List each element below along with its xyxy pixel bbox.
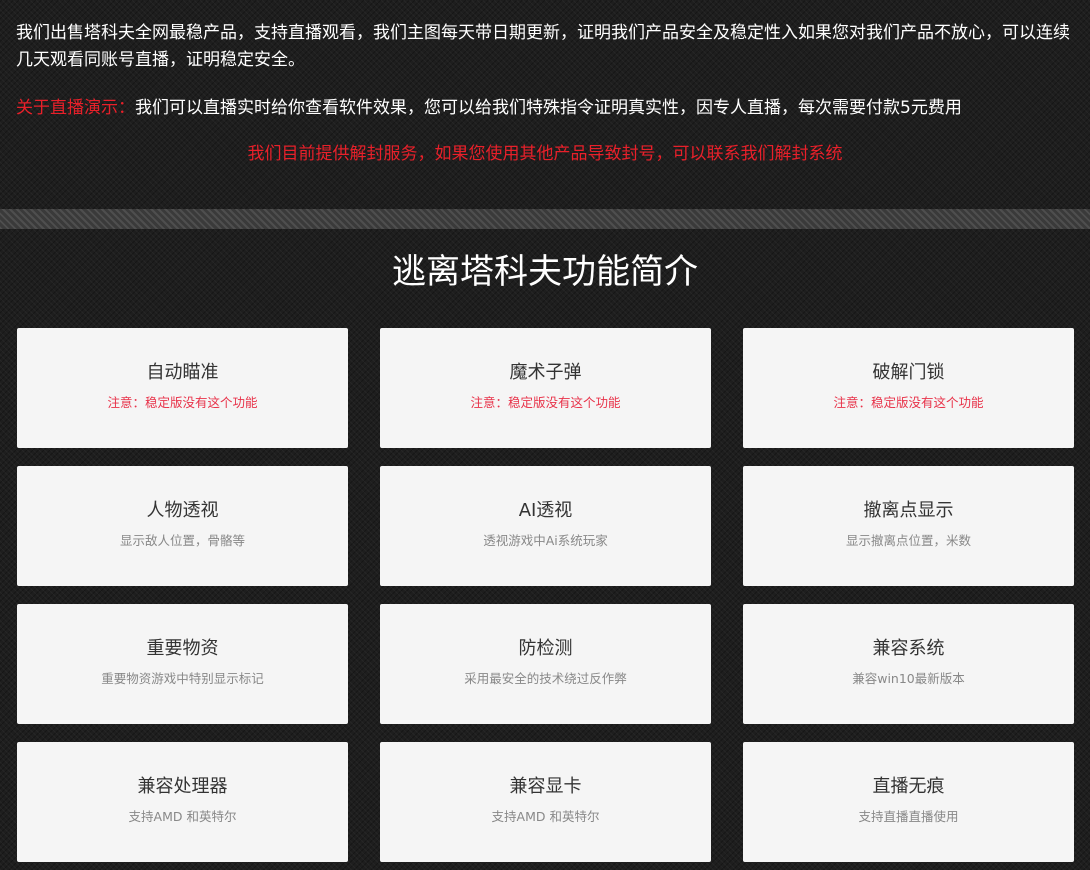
feature-card-cpu-compat: 兼容处理器 支持AMD 和英特尔 — [17, 742, 348, 862]
feature-title: AI透视 — [518, 500, 573, 521]
feature-desc: 注意：稳定版没有这个功能 — [470, 395, 621, 410]
feature-title: 兼容显卡 — [509, 776, 582, 797]
feature-card-ai-esp: AI透视 透视游戏中Ai系统玩家 — [380, 466, 711, 586]
feature-card-aimbot: 自动瞄准 注意：稳定版没有这个功能 — [17, 328, 348, 448]
feature-card-extraction-points: 撤离点显示 显示撤离点位置，米数 — [743, 466, 1074, 586]
feature-title: 兼容系统 — [872, 638, 945, 659]
unban-service-notice: 我们目前提供解封服务，如果您使用其他产品导致封号，可以联系我们解封系统 — [247, 144, 843, 164]
feature-desc: 注意：稳定版没有这个功能 — [833, 395, 984, 410]
feature-title: 兼容处理器 — [137, 776, 228, 797]
feature-desc: 支持AMD 和英特尔 — [491, 809, 600, 824]
feature-desc: 显示敌人位置，骨骼等 — [119, 533, 245, 548]
feature-desc: 支持直播直播使用 — [858, 809, 959, 824]
feature-card-magic-bullet: 魔术子弹 注意：稳定版没有这个功能 — [380, 328, 711, 448]
feature-title: 自动瞄准 — [146, 362, 219, 383]
feature-title: 人物透视 — [146, 500, 219, 521]
live-demo-label: 关于直播演示： — [16, 98, 135, 118]
feature-desc: 支持AMD 和英特尔 — [128, 809, 237, 824]
feature-desc: 显示撤离点位置，米数 — [845, 533, 971, 548]
feature-title: 魔术子弹 — [509, 362, 582, 383]
feature-title: 破解门锁 — [872, 362, 945, 383]
feature-desc: 重要物资游戏中特别显示标记 — [101, 671, 264, 686]
feature-card-unlock-doors: 破解门锁 注意：稳定版没有这个功能 — [743, 328, 1074, 448]
feature-title: 直播无痕 — [872, 776, 945, 797]
feature-grid: 自动瞄准 注意：稳定版没有这个功能 魔术子弹 注意：稳定版没有这个功能 破解门锁… — [17, 328, 1075, 862]
intro-text: 我们出售塔科夫全网最稳产品，支持直播观看，我们主图每天带日期更新，证明我们产品安… — [16, 23, 1070, 70]
feature-title: 防检测 — [518, 638, 573, 659]
section-divider — [0, 209, 1090, 229]
feature-desc: 透视游戏中Ai系统玩家 — [483, 533, 608, 548]
feature-title: 重要物资 — [146, 638, 219, 659]
feature-card-player-esp: 人物透视 显示敌人位置，骨骼等 — [17, 466, 348, 586]
feature-desc: 注意：稳定版没有这个功能 — [107, 395, 258, 410]
live-demo-text: 我们可以直播实时给你查看软件效果，您可以给我们特殊指令证明真实性，因专人直播，每… — [135, 98, 962, 118]
section-title: 逃离塔科夫功能简介 — [392, 252, 698, 292]
feature-card-stream-safe: 直播无痕 支持直播直播使用 — [743, 742, 1074, 862]
feature-desc: 采用最安全的技术绕过反作弊 — [464, 671, 627, 686]
intro-notice: 我们出售塔科夫全网最稳产品，支持直播观看，我们主图每天带日期更新，证明我们产品安… — [16, 20, 1076, 74]
feature-card-loot: 重要物资 重要物资游戏中特别显示标记 — [17, 604, 348, 724]
feature-card-gpu-compat: 兼容显卡 支持AMD 和英特尔 — [380, 742, 711, 862]
live-demo-notice: 关于直播演示：我们可以直播实时给你查看软件效果，您可以给我们特殊指令证明真实性，… — [16, 95, 1086, 122]
feature-card-anti-detection: 防检测 采用最安全的技术绕过反作弊 — [380, 604, 711, 724]
feature-card-os-compat: 兼容系统 兼容win10最新版本 — [743, 604, 1074, 724]
feature-title: 撤离点显示 — [863, 500, 954, 521]
feature-desc: 兼容win10最新版本 — [852, 671, 965, 686]
